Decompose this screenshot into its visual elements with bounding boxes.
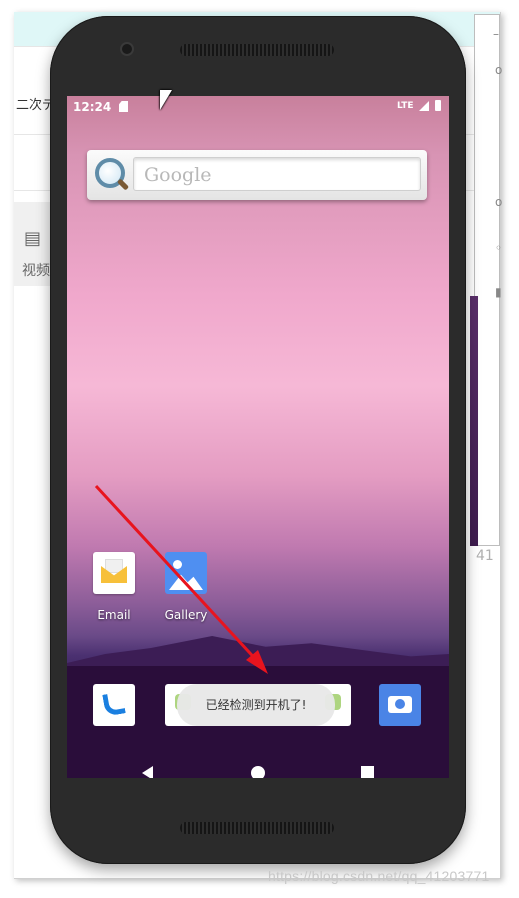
sun-icon — [173, 560, 182, 569]
home-icon[interactable] — [251, 766, 265, 778]
gallery-app-label: Gallery — [164, 608, 208, 622]
search-placeholder: Google — [144, 164, 212, 186]
minimize-icon[interactable]: – — [493, 27, 499, 41]
google-search-widget[interactable]: Google — [87, 150, 427, 200]
phone-frame: 12:24 LTE Google Email Gallery 已经检测到开机了! — [50, 16, 466, 864]
phone-app-icon[interactable] — [93, 684, 135, 726]
status-time: 12:24 — [73, 100, 112, 114]
mountain-icon — [169, 574, 203, 590]
status-bar: 12:24 LTE — [67, 96, 449, 118]
gallery-app-icon[interactable] — [165, 552, 207, 594]
side-number: 41 — [476, 548, 494, 564]
phone-screen[interactable]: 12:24 LTE Google Email Gallery 已经检测到开机了! — [67, 96, 449, 778]
battery-icon — [435, 100, 441, 111]
side-tool-icon[interactable]: o — [495, 63, 502, 77]
camera-lens-icon — [395, 699, 405, 709]
email-app-label: Email — [97, 608, 131, 622]
sd-card-icon — [119, 101, 128, 112]
video-tab-label: 视频 — [22, 263, 50, 279]
mouse-cursor-icon — [160, 90, 172, 110]
search-icon-handle — [116, 178, 130, 191]
network-type: LTE — [397, 101, 414, 111]
toast-message: 已经检测到开机了! — [177, 684, 335, 726]
search-input[interactable]: Google — [133, 157, 421, 191]
side-tool-icon[interactable]: ◦ — [495, 241, 502, 255]
top-speaker — [180, 44, 334, 56]
side-tool-icon[interactable]: o — [495, 195, 502, 209]
bottom-speaker — [180, 822, 334, 834]
side-tool-icon[interactable]: ▮ — [495, 285, 502, 299]
film-icon: ▤ — [24, 228, 42, 249]
camera-app-icon[interactable] — [379, 684, 421, 726]
email-app-icon[interactable] — [93, 552, 135, 594]
front-camera — [122, 44, 132, 54]
watermark-text: https://blog.csdn.net/qq_41203771 — [268, 868, 490, 884]
side-image-strip — [470, 296, 478, 546]
phone-handset-icon — [102, 691, 126, 717]
back-icon[interactable] — [142, 766, 153, 778]
recents-icon[interactable] — [361, 766, 374, 778]
signal-icon — [419, 101, 429, 111]
